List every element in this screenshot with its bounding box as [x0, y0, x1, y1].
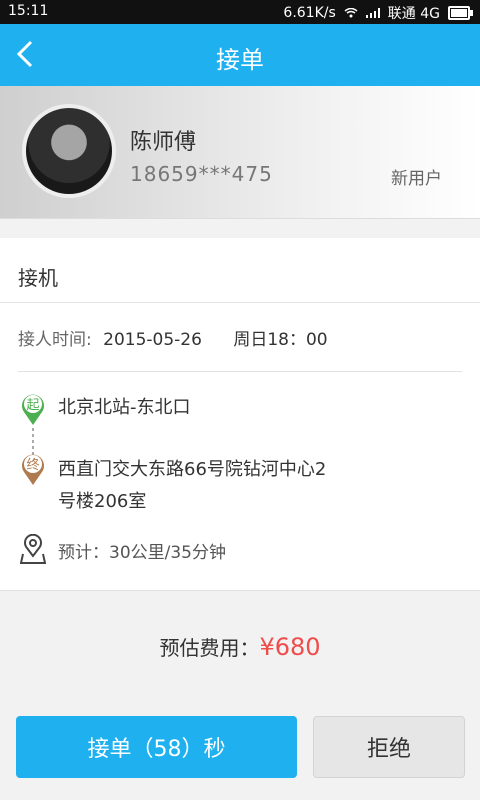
status-right: 6.61K/s 联通 4G [283, 3, 473, 23]
fee-amount: ¥680 [259, 633, 321, 661]
wifi-icon [344, 8, 358, 18]
status-time: 15:11 [8, 3, 49, 19]
network-speed: 6.61K/s [283, 5, 336, 21]
divider [0, 302, 480, 303]
passenger-name: 陈师傅 [130, 130, 197, 155]
signal-icon [365, 8, 380, 18]
end-pin-label: 终 [26, 457, 39, 473]
battery-icon [448, 6, 473, 20]
divider [0, 590, 480, 591]
start-address: 北京北站-东北口 [58, 397, 191, 418]
start-pin-label: 起 [26, 398, 39, 413]
avatar [22, 104, 116, 198]
accept-button[interactable]: 接单（58）秒 [16, 716, 297, 778]
passenger-card [0, 86, 480, 219]
passenger-phone: 18659***475 [130, 162, 273, 186]
start-pin-icon: 起 [22, 394, 44, 425]
end-address: 西直门交大东路66号院钻河中心2号楼206室 [58, 459, 327, 512]
fee-row: 预估费用：¥680 [0, 632, 480, 661]
trip-estimate: 预计：30公里/35分钟 [58, 543, 226, 563]
pickup-time: 周日18：00 [233, 330, 328, 350]
pickup-time-row: 接人时间: 2015-05-26 周日18：00 [18, 325, 328, 350]
pickup-date: 2015-05-26 [103, 330, 202, 350]
fee-label: 预估费用： [159, 636, 260, 660]
carrier-label: 联通 4G [387, 6, 440, 22]
status-bar: 15:11 6.61K/s 联通 4G [0, 0, 480, 24]
pickup-time-label: 接人时间: [18, 330, 92, 350]
order-type: 接机 [18, 266, 58, 290]
location-pin-icon [20, 534, 46, 564]
divider [18, 371, 462, 372]
end-pin-icon: 终 [22, 454, 44, 485]
header-bar: 接单 [0, 24, 480, 86]
reject-button[interactable]: 拒绝 [313, 716, 465, 778]
page-title: 接单 [216, 46, 264, 74]
user-badge: 新用户 [391, 169, 442, 189]
